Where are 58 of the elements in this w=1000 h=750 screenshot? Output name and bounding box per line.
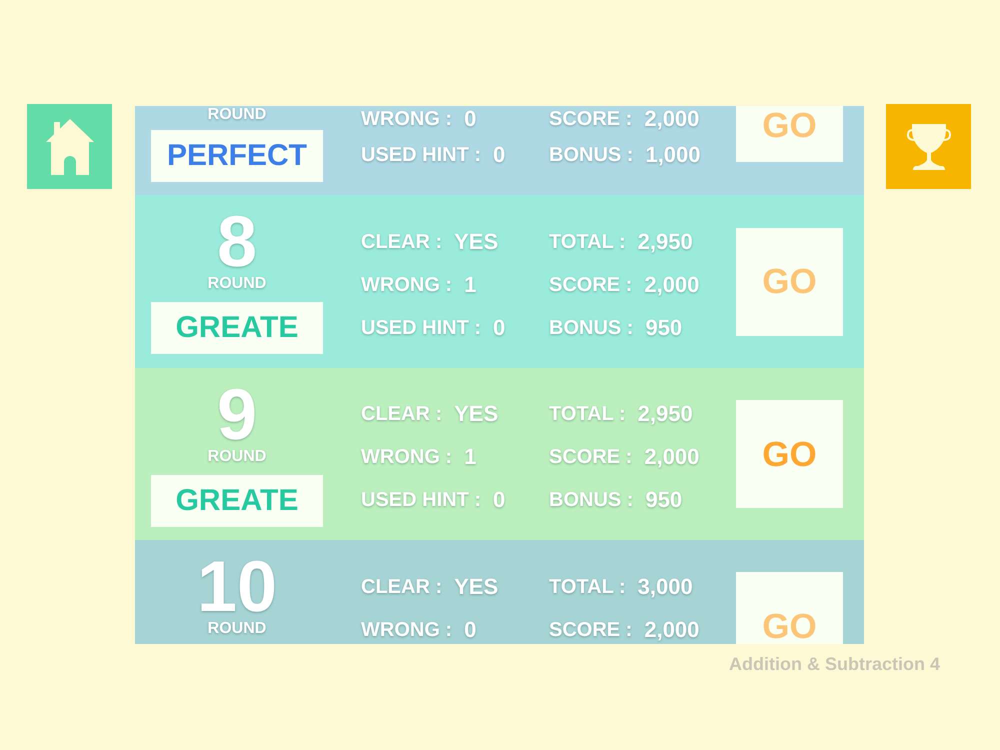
stat-value: 3,000 <box>638 574 693 600</box>
stat-label: WRONG : <box>361 618 452 642</box>
stat-label: WRONG : <box>361 272 452 296</box>
stat-label: CLEAR : <box>361 402 442 426</box>
round-number: 8 <box>216 210 258 274</box>
stat-label: BONUS : <box>549 316 634 340</box>
stat-value: 2,000 <box>644 272 700 298</box>
stat-label: TOTAL : <box>549 230 626 254</box>
stat-value: 950 <box>645 487 682 513</box>
stat-value: YES <box>454 574 498 600</box>
stat-value: 1,000 <box>645 142 701 168</box>
stat-label: SCORE : <box>549 272 632 296</box>
trophy-button[interactable] <box>886 104 971 189</box>
round-label: ROUND <box>208 274 266 294</box>
stat-value: 2,000 <box>644 106 700 132</box>
stat-label: BONUS : <box>549 488 634 512</box>
round-label: ROUND <box>208 619 266 639</box>
go-button[interactable]: GO <box>736 228 843 336</box>
house-icon <box>46 119 94 175</box>
stat-value: 2,000 <box>644 616 700 642</box>
stat-value: 0 <box>464 616 476 642</box>
go-button[interactable]: GO <box>736 400 843 508</box>
stat-label: CLEAR : <box>361 230 442 254</box>
stat-label: USED HINT : <box>361 316 481 340</box>
stat-label: SCORE : <box>549 445 632 469</box>
rating-badge: PERFECT <box>151 130 323 182</box>
stat-value: 2,000 <box>644 444 700 470</box>
stat-label: BONUS : <box>549 143 634 167</box>
stat-label: TOTAL : <box>549 402 626 426</box>
stat-label: WRONG : <box>361 107 452 131</box>
round-label: ROUND <box>208 446 266 466</box>
stat-value: 2,950 <box>638 228 693 254</box>
home-button[interactable] <box>27 104 112 189</box>
go-button[interactable]: GO <box>736 106 843 162</box>
stat-value: 0 <box>464 106 476 132</box>
stat-value: 0 <box>493 487 506 513</box>
stat-value: 950 <box>645 314 682 340</box>
stat-label: WRONG : <box>361 445 452 469</box>
stat-label: USED HINT : <box>361 143 481 167</box>
round-label: ROUND <box>208 106 266 124</box>
stat-label: SCORE : <box>549 107 632 131</box>
rating-badge: GREATE <box>151 474 323 526</box>
stat-value: YES <box>454 401 498 427</box>
stat-value: 1 <box>464 272 476 298</box>
stat-label: TOTAL : <box>549 574 626 598</box>
stat-value: 2,950 <box>638 401 693 427</box>
stat-label: CLEAR : <box>361 574 442 598</box>
stat-label: USED HINT : <box>361 488 481 512</box>
round-number: 10 <box>196 555 278 619</box>
trophy-icon <box>906 124 950 170</box>
rating-badge: GREATE <box>151 302 323 354</box>
stat-value: 0 <box>493 142 506 168</box>
stat-value: YES <box>454 228 498 254</box>
stat-value: 0 <box>493 314 506 340</box>
go-button[interactable]: GO <box>736 572 843 644</box>
stat-label: SCORE : <box>549 618 632 642</box>
stat-value: 1 <box>464 444 476 470</box>
round-number: 9 <box>216 382 258 446</box>
